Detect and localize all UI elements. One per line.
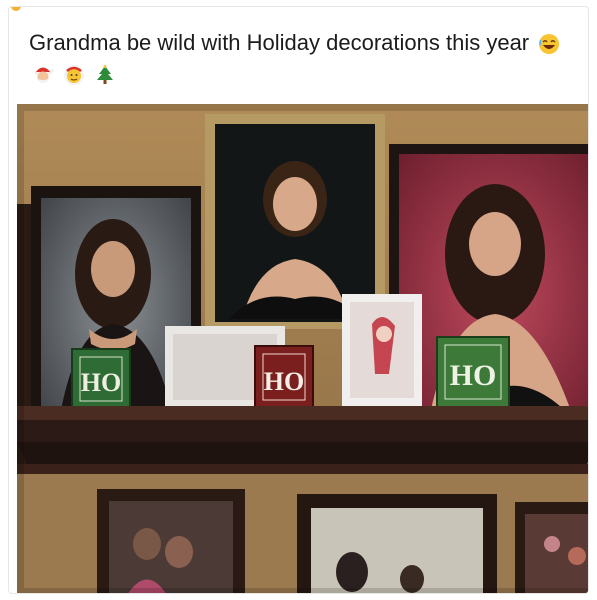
ho-block-right: HO	[436, 336, 510, 408]
bottom-center-frame	[297, 494, 497, 593]
ho-block-center: HO	[254, 345, 314, 409]
bottom-left-frame	[97, 489, 245, 593]
ho-block-left-label: HO	[81, 368, 121, 397]
laughing-face-emoji-icon	[539, 34, 560, 55]
post-card: Grandma be wild with Holiday decorations…	[8, 6, 589, 594]
shelf-photo-image: HO HO HO	[17, 104, 588, 593]
ho-block-right-label: HO	[450, 359, 497, 392]
caption-text: Grandma be wild with Holiday decorations…	[29, 30, 530, 55]
ho-block-center-label: HO	[264, 367, 304, 396]
wall-shelf	[17, 406, 588, 474]
santa-face-emoji-icon	[35, 67, 54, 84]
ho-block-left: HO	[71, 348, 131, 410]
post-caption: Grandma be wild with Holiday decorations…	[29, 27, 579, 89]
christmas-tree-emoji-icon	[97, 65, 114, 85]
notification-dot	[11, 7, 21, 11]
mrs-claus-face-emoji-icon	[64, 65, 85, 86]
post-photo: HO HO HO	[17, 104, 588, 593]
bottom-right-frame	[515, 502, 588, 593]
